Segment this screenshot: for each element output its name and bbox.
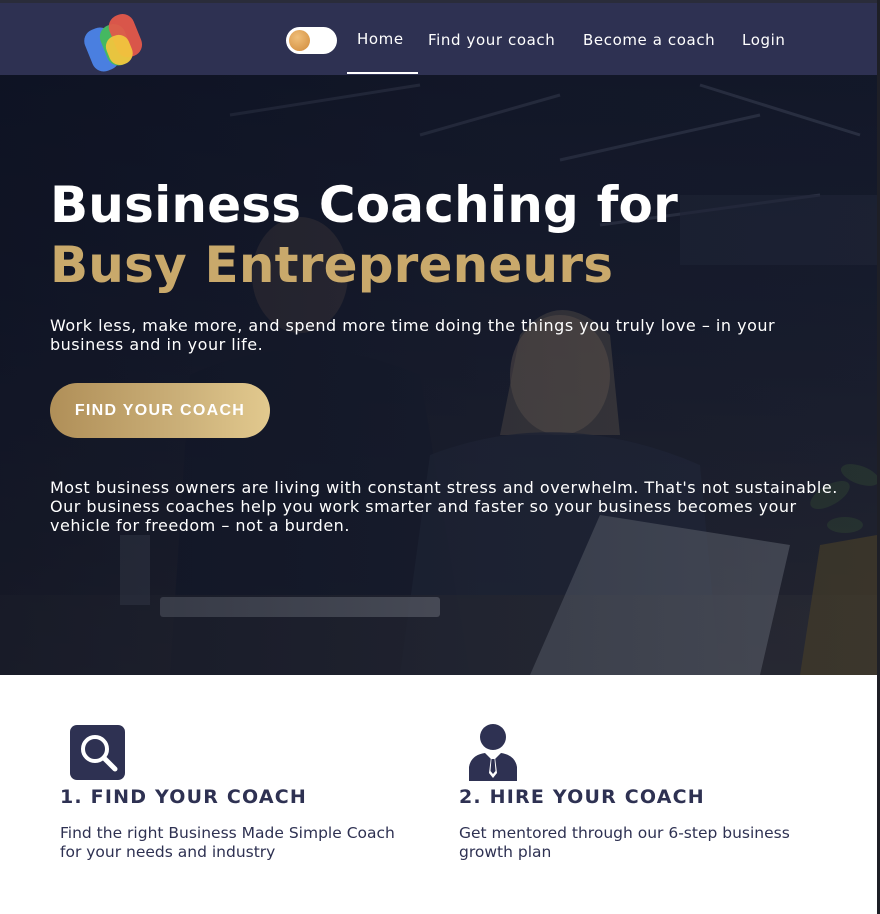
steps-section: 1. FIND YOUR COACH Find the right Busine… xyxy=(0,675,877,914)
nav-link-become-a-coach[interactable]: Become a coach xyxy=(583,31,715,49)
hero-headline: Business Coaching for Busy Entrepreneurs xyxy=(50,175,678,295)
step-2-description: Get mentored through our 6-step business… xyxy=(459,824,790,861)
search-icon xyxy=(70,725,125,780)
hero-headline-line2: Busy Entrepreneurs xyxy=(50,236,614,294)
hero-section: Business Coaching for Busy Entrepreneurs… xyxy=(0,75,877,675)
top-navigation-bar: Home Find your coach Become a coach Logi… xyxy=(0,3,877,75)
active-nav-indicator xyxy=(347,72,418,74)
business-person-icon xyxy=(468,723,518,781)
step-1-description: Find the right Business Made Simple Coac… xyxy=(60,824,395,861)
nav-link-login[interactable]: Login xyxy=(742,31,785,49)
theme-toggle[interactable] xyxy=(286,27,337,54)
toggle-knob xyxy=(289,30,310,51)
window-top-border xyxy=(0,0,880,3)
hero-subtitle: Work less, make more, and spend more tim… xyxy=(50,316,776,354)
brand-logo-icon[interactable] xyxy=(78,10,152,74)
nav-link-home[interactable]: Home xyxy=(357,30,404,48)
nav-link-find-your-coach[interactable]: Find your coach xyxy=(428,31,555,49)
hero-headline-line1: Business Coaching for xyxy=(50,176,678,234)
step-1-title: 1. FIND YOUR COACH xyxy=(60,786,308,808)
step-2-title: 2. HIRE YOUR COACH xyxy=(459,786,705,808)
find-your-coach-button[interactable]: FIND YOUR COACH xyxy=(50,383,270,438)
hero-body-text: Most business owners are living with con… xyxy=(50,478,838,535)
hero-dark-overlay xyxy=(0,75,877,675)
